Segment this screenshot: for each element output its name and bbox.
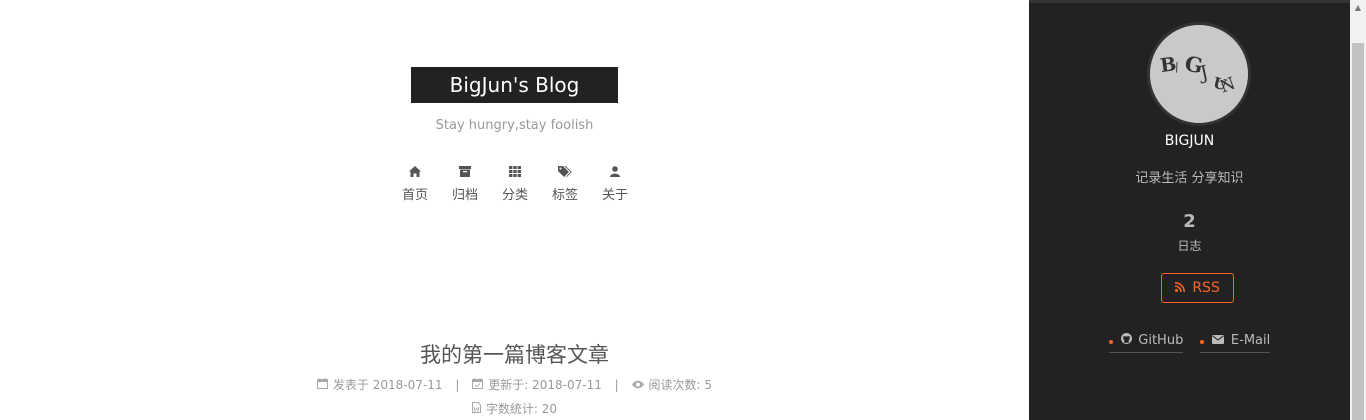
menu-item-label: 关于	[601, 188, 628, 203]
site-subtitle: Stay hungry,stay foolish	[435, 118, 594, 133]
meta-divider: |	[614, 378, 619, 392]
menu-item-label: 首页	[401, 188, 428, 203]
updated-date: 2018-07-11	[532, 378, 602, 392]
bullet-dot	[1200, 340, 1205, 344]
github-link[interactable]: GitHub	[1108, 330, 1184, 353]
posted-date: 2018-07-11	[372, 378, 443, 392]
avatar: B \ G J U N	[1147, 22, 1251, 126]
github-icon	[1120, 333, 1136, 347]
file-word-o-icon	[471, 402, 481, 416]
menu-item-tags[interactable]: 标签	[540, 164, 590, 204]
calendar-check-o-icon	[472, 378, 484, 392]
social-links: GitHub E-Mail	[1029, 329, 1350, 353]
menu-item-label: 标签	[551, 188, 578, 203]
scrollbar[interactable]: ▲	[1350, 0, 1366, 420]
scroll-thumb[interactable]	[1352, 43, 1364, 420]
th-icon	[490, 164, 540, 182]
posted-label: 发表于	[332, 378, 369, 392]
rss-icon	[1175, 282, 1188, 295]
site-title[interactable]: BigJun's Blog	[411, 67, 618, 103]
bullet-dot	[1108, 340, 1113, 344]
main-menu: 首页 归档 分类 标签 关于	[390, 164, 640, 214]
words-count: 20	[541, 402, 558, 416]
author-name: BIGJUN	[1164, 133, 1215, 149]
user-icon	[590, 164, 640, 182]
eye-icon	[631, 379, 644, 392]
scroll-up-arrow-icon[interactable]: ▲	[1350, 0, 1366, 16]
sidebar: B \ G J U N BIGJUN 记录生活 分享知识 2 日志 RSS Gi…	[1029, 0, 1350, 420]
updated-label: 更新于:	[488, 378, 529, 392]
post-title[interactable]: 我的第一篇博客文章	[0, 339, 1029, 369]
tags-icon	[540, 164, 590, 182]
archive-icon	[440, 164, 490, 182]
menu-item-categories[interactable]: 分类	[490, 164, 540, 204]
github-label: GitHub	[1138, 333, 1184, 348]
views-label: 阅读次数:	[648, 378, 701, 392]
envelope-icon	[1212, 334, 1228, 347]
post-meta: 发表于 2018-07-11 | 更新于: 2018-07-11 | 阅读次数:…	[0, 376, 1029, 393]
posts-label[interactable]: 日志	[1029, 237, 1350, 254]
calendar-o-icon	[316, 378, 328, 392]
menu-item-about[interactable]: 关于	[590, 164, 640, 204]
home-icon	[390, 164, 440, 182]
site-description: 记录生活 分享知识	[1135, 171, 1244, 186]
rss-button[interactable]: RSS	[1161, 273, 1234, 303]
posts-count[interactable]: 2	[1029, 211, 1350, 232]
menu-item-label: 分类	[501, 188, 528, 203]
menu-item-archives[interactable]: 归档	[440, 164, 490, 204]
email-label: E-Mail	[1230, 333, 1271, 348]
menu-item-label: 归档	[451, 188, 478, 203]
main-content: BigJun's Blog Stay hungry,stay foolish 首…	[0, 0, 1029, 420]
views-count: 5	[704, 378, 713, 392]
words-label: 字数统计:	[485, 402, 538, 416]
email-link[interactable]: E-Mail	[1200, 330, 1271, 353]
post-word-count: 字数统计: 20	[0, 400, 1029, 417]
menu-item-home[interactable]: 首页	[390, 164, 440, 204]
meta-divider: |	[455, 378, 460, 392]
rss-label: RSS	[1192, 280, 1220, 296]
